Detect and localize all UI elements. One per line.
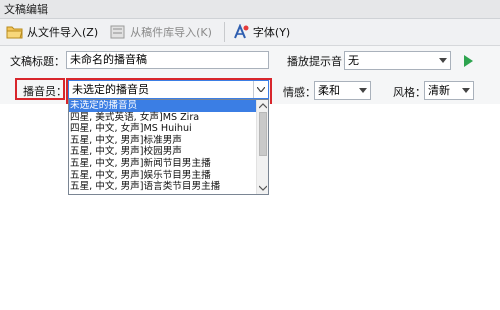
chevron-down-icon xyxy=(458,82,473,99)
chevron-down-icon xyxy=(435,52,450,69)
bg-sound-select[interactable]: 无 xyxy=(344,51,451,70)
import-template-label: 从稿件库导入(K) xyxy=(130,26,212,39)
import-file-label: 从文件导入(Z) xyxy=(27,26,99,39)
emotion-value: 柔和 xyxy=(318,84,340,97)
scroll-down-icon[interactable] xyxy=(259,184,267,192)
dropdown-scrollbar[interactable] xyxy=(256,100,268,194)
toolbar-separator xyxy=(223,22,225,42)
import-file-button[interactable]: 从文件导入(Z) xyxy=(3,21,104,43)
emotion-select[interactable]: 柔和 xyxy=(314,81,371,100)
import-template-button[interactable]: 从稿件库导入(K) xyxy=(106,21,218,43)
announcer-label: 播音员： xyxy=(23,85,67,98)
dropdown-item[interactable]: 四星, 美式英语, 女声]MS Zira xyxy=(69,112,256,124)
style-select[interactable]: 清新 xyxy=(424,81,474,100)
dropdown-item[interactable]: 四星, 中文, 女声]MS Huihui xyxy=(69,123,256,135)
title-label: 文稿标题： xyxy=(10,55,65,68)
scroll-up-icon[interactable] xyxy=(259,102,267,110)
font-label: 字体(Y) xyxy=(252,26,291,39)
announcer-value: 未选定的播音员 xyxy=(72,83,149,96)
window-title: 文稿编辑 xyxy=(4,3,48,16)
font-button[interactable]: 字体(Y) xyxy=(229,21,296,43)
dropdown-item[interactable]: 五星, 中文, 男声]娱乐节目男主播 xyxy=(69,170,256,182)
library-icon xyxy=(109,23,127,41)
dropdown-item[interactable]: 五星, 中文, 男声]标准男声 xyxy=(69,135,256,147)
title-bar: 文稿编辑 xyxy=(0,0,500,19)
dropdown-item[interactable]: 未选定的播音员 xyxy=(69,100,256,112)
dropdown-item[interactable]: 五星, 中文, 男声]校园男声 xyxy=(69,146,256,158)
folder-open-icon xyxy=(6,23,24,41)
font-icon xyxy=(232,23,250,41)
app-window: 文稿编辑 从文件导入(Z) 从稿件库导入(K) 字体(Y) 文稿标题： 未命名的… xyxy=(0,0,500,310)
title-input[interactable]: 未命名的播音稿 xyxy=(66,51,269,69)
toolbar: 从文件导入(Z) 从稿件库导入(K) 字体(Y) xyxy=(0,19,500,46)
dropdown-item[interactable]: 五星, 中文, 男声]新闻节目男主播 xyxy=(69,158,256,170)
play-icon[interactable] xyxy=(460,53,476,69)
emotion-label: 情感： xyxy=(283,86,316,99)
dropdown-item[interactable]: 五星, 中文, 男声]语言类节目男主播 xyxy=(69,181,256,193)
style-value: 清新 xyxy=(428,84,450,97)
title-row: 文稿标题： 未命名的播音稿 播放提示音： 无 xyxy=(0,50,500,72)
scrollbar-thumb[interactable] xyxy=(259,112,267,156)
bg-sound-value: 无 xyxy=(348,54,359,67)
announcer-dropdown-list: 未选定的播音员 四星, 美式英语, 女声]MS Zira 四星, 中文, 女声]… xyxy=(68,99,269,195)
style-label: 风格： xyxy=(393,86,426,99)
chevron-down-icon xyxy=(355,82,370,99)
announcer-select[interactable]: 未选定的播音员 xyxy=(68,80,269,99)
chevron-down-icon xyxy=(253,81,268,98)
